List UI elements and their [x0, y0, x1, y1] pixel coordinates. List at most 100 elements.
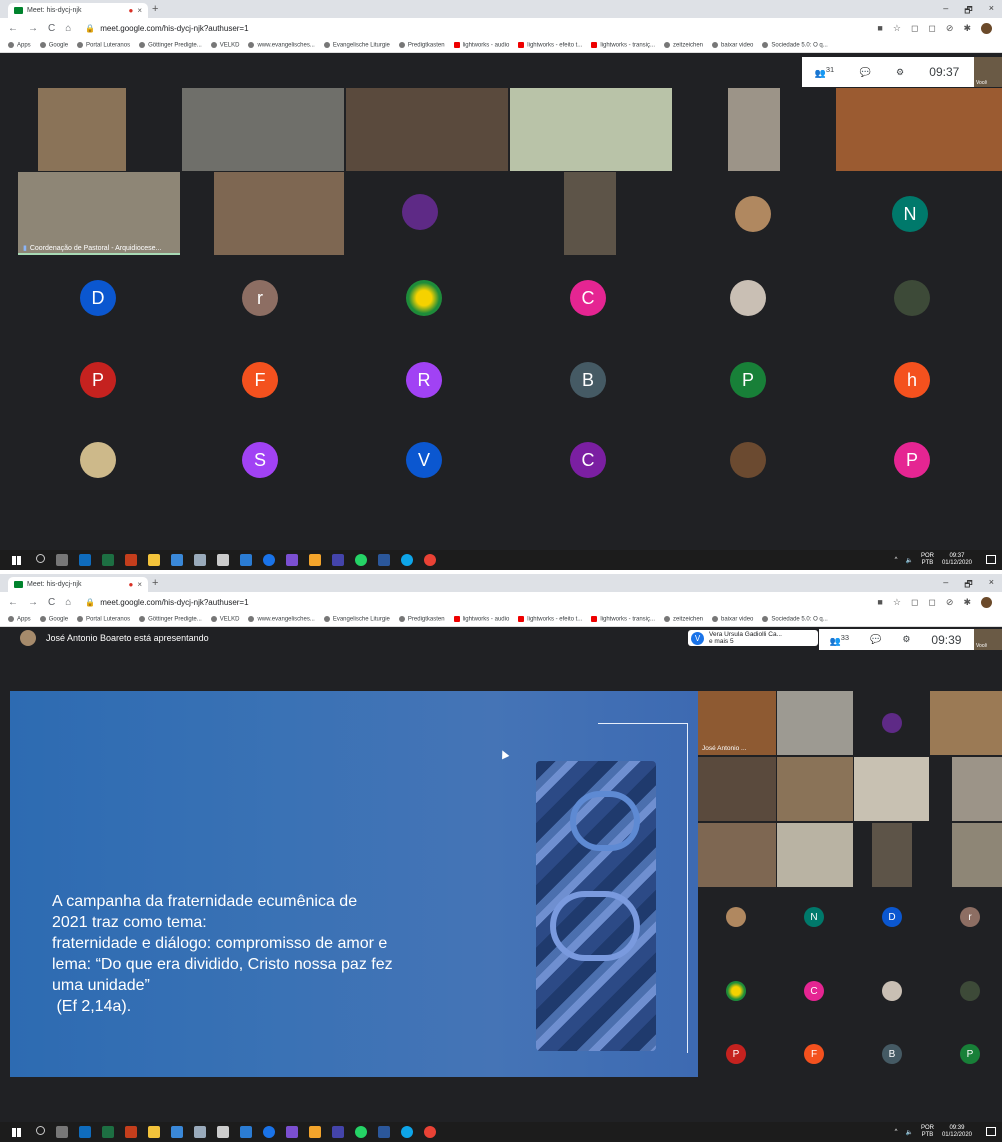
- app-icon[interactable]: [309, 1126, 321, 1138]
- participant-video-tile[interactable]: [930, 691, 1002, 755]
- browser-tab[interactable]: Meet: his-dycj-njk ● ×: [8, 577, 148, 592]
- participant-video-tile[interactable]: [836, 88, 1002, 171]
- participant-avatar[interactable]: [882, 981, 902, 1001]
- bookmark-item[interactable]: lightworks - audio: [453, 616, 509, 623]
- bookmark-item[interactable]: baixar video: [712, 42, 753, 49]
- participant-avatar[interactable]: r: [242, 280, 278, 316]
- powerpoint-icon[interactable]: [125, 554, 137, 566]
- bookmark-item[interactable]: lightworks - efeito t...: [518, 42, 582, 49]
- participant-video-tile[interactable]: [728, 88, 780, 171]
- tab-close-icon[interactable]: ×: [137, 580, 142, 589]
- forward-icon[interactable]: →: [28, 597, 38, 608]
- word-icon[interactable]: [378, 554, 390, 566]
- bookmark-item[interactable]: Evangelische Liturgie: [323, 42, 390, 49]
- participant-avatar[interactable]: [726, 907, 746, 927]
- app-icon[interactable]: [217, 554, 229, 566]
- participant-avatar[interactable]: B: [882, 1044, 902, 1064]
- participant-avatar[interactable]: S: [242, 442, 278, 478]
- profile-avatar[interactable]: [981, 597, 992, 608]
- self-view-thumbnail[interactable]: Você: [974, 57, 1002, 87]
- close-window-icon[interactable]: ×: [989, 577, 994, 593]
- home-icon[interactable]: ⌂: [65, 23, 71, 34]
- edge-icon[interactable]: [401, 554, 413, 566]
- participant-avatar[interactable]: [730, 442, 766, 478]
- app-icon[interactable]: [332, 554, 344, 566]
- taskbar-clock[interactable]: 09:37 01/12/2020: [942, 553, 972, 567]
- participant-avatar[interactable]: C: [570, 442, 606, 478]
- participant-avatar[interactable]: B: [570, 362, 606, 398]
- notifications-icon[interactable]: [986, 1127, 996, 1136]
- minimize-icon[interactable]: –: [943, 577, 948, 593]
- bookmark-item[interactable]: Predigtkasten: [398, 42, 445, 49]
- participant-video-tile[interactable]: [346, 88, 508, 171]
- chrome-icon[interactable]: [424, 1126, 436, 1138]
- participant-avatar[interactable]: r: [960, 907, 980, 927]
- app-icon[interactable]: [332, 1126, 344, 1138]
- participant-video-tile[interactable]: [777, 757, 853, 821]
- url-field[interactable]: 🔒 meet.google.com/his-dycj-njk?authuser=1: [85, 598, 248, 607]
- extensions-puzzle-icon[interactable]: ✱: [963, 23, 971, 34]
- bookmark-item[interactable]: www.evangelisches...: [248, 616, 315, 623]
- bookmark-item[interactable]: Göttinger Predigte...: [139, 42, 202, 49]
- bookmark-item[interactable]: zeitzeichen: [664, 616, 703, 623]
- participant-avatar[interactable]: [960, 981, 980, 1001]
- app-icon[interactable]: [217, 1126, 229, 1138]
- participant-avatar-tile[interactable]: [674, 172, 836, 255]
- participant-video-tile[interactable]: [214, 172, 344, 255]
- activities-icon[interactable]: ⚙: [902, 634, 910, 645]
- back-icon[interactable]: ←: [8, 597, 18, 608]
- participant-avatar[interactable]: V: [406, 442, 442, 478]
- pinned-participant-tile[interactable]: ▮ Coordenação de Pastoral - Arquidiocese.…: [18, 172, 180, 255]
- home-icon[interactable]: ⌂: [65, 597, 71, 608]
- whatsapp-icon[interactable]: [355, 1126, 367, 1138]
- bookmark-item[interactable]: Sociedade 5.0: O q...: [762, 616, 828, 623]
- bookmark-item[interactable]: zeitzeichen: [664, 42, 703, 49]
- task-view-icon[interactable]: [56, 554, 68, 566]
- participant-video-tile[interactable]: [777, 691, 853, 755]
- reload-icon[interactable]: C: [48, 23, 55, 34]
- participant-avatar[interactable]: C: [570, 280, 606, 316]
- outlook-icon[interactable]: [79, 1126, 91, 1138]
- participant-video-tile[interactable]: [777, 823, 853, 887]
- app-icon[interactable]: [286, 554, 298, 566]
- participant-video-tile[interactable]: [182, 88, 344, 171]
- back-icon[interactable]: ←: [8, 23, 18, 34]
- bookmark-item[interactable]: lightworks - transiç...: [591, 616, 655, 623]
- word-icon[interactable]: [378, 1126, 390, 1138]
- notifications-icon[interactable]: [986, 555, 996, 564]
- whatsapp-icon[interactable]: [355, 554, 367, 566]
- app-icon[interactable]: [240, 554, 252, 566]
- app-icon[interactable]: [194, 554, 206, 566]
- speaker-chip[interactable]: V Vera Ursula Gadiolli Ca... e mais 5: [688, 630, 818, 646]
- excel-icon[interactable]: [102, 554, 114, 566]
- participant-avatar[interactable]: [730, 280, 766, 316]
- file-explorer-icon[interactable]: [148, 554, 160, 566]
- participant-avatar[interactable]: F: [804, 1044, 824, 1064]
- excel-icon[interactable]: [102, 1126, 114, 1138]
- participant-avatar[interactable]: P: [80, 362, 116, 398]
- restore-icon[interactable]: 🗗: [964, 3, 972, 19]
- participant-avatar-tile[interactable]: [854, 691, 929, 755]
- participant-avatar[interactable]: C: [804, 981, 824, 1001]
- windows-start-icon[interactable]: [12, 556, 21, 565]
- bookmark-item[interactable]: Portal Luteranos: [77, 616, 130, 623]
- participant-avatar[interactable]: P: [894, 442, 930, 478]
- bookmark-item[interactable]: lightworks - transiç...: [591, 42, 655, 49]
- participant-video-tile[interactable]: [698, 823, 776, 887]
- bookmark-star-icon[interactable]: ☆: [893, 23, 901, 34]
- participant-avatar[interactable]: [80, 442, 116, 478]
- app-icon[interactable]: [286, 1126, 298, 1138]
- restore-icon[interactable]: 🗗: [964, 577, 972, 593]
- participant-avatar-tile[interactable]: N: [838, 172, 1002, 255]
- extension-icon[interactable]: ◻: [911, 23, 918, 34]
- participant-avatar[interactable]: h: [894, 362, 930, 398]
- bookmark-item[interactable]: Sociedade 5.0: O q...: [762, 42, 828, 49]
- bookmark-item[interactable]: baixar video: [712, 616, 753, 623]
- participant-avatar[interactable]: D: [882, 907, 902, 927]
- participant-avatar[interactable]: N: [804, 907, 824, 927]
- app-icon[interactable]: [309, 554, 321, 566]
- minimize-icon[interactable]: –: [943, 3, 948, 19]
- extension-icon[interactable]: ◻: [928, 597, 935, 608]
- file-explorer-icon[interactable]: [148, 1126, 160, 1138]
- language-indicator[interactable]: POR PTB: [921, 553, 934, 567]
